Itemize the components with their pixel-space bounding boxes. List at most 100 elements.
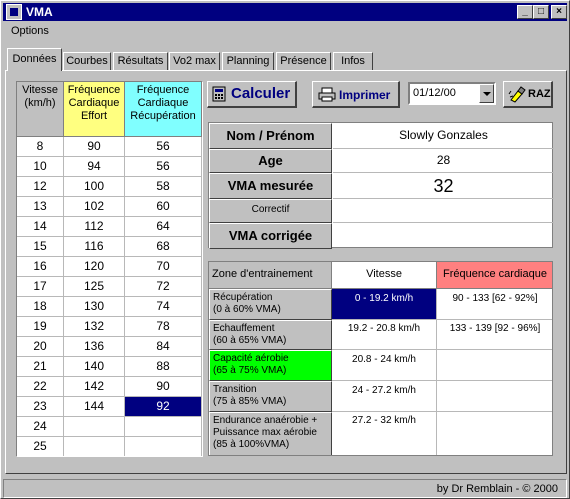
- grid-cell[interactable]: 142: [64, 377, 125, 397]
- correction-label: Correctif: [209, 199, 332, 223]
- grid-cell[interactable]: 24: [17, 417, 64, 437]
- credit-text: by Dr Remblain - © 2000: [436, 483, 558, 495]
- zone-speed-cell[interactable]: 24 - 27.2 km/h: [332, 381, 437, 412]
- date-select[interactable]: 01/12/00: [408, 82, 496, 105]
- grid-cell[interactable]: 112: [64, 217, 125, 237]
- grid-cell[interactable]: 22: [17, 377, 64, 397]
- grid-cell[interactable]: 78: [125, 317, 202, 337]
- grid-cell[interactable]: 100: [64, 177, 125, 197]
- tab-resultats[interactable]: Résultats: [113, 52, 168, 70]
- grid-cell[interactable]: 130: [64, 297, 125, 317]
- calculator-icon: [212, 86, 226, 102]
- zone-hr-cell[interactable]: [437, 350, 552, 381]
- print-label: Imprimer: [339, 88, 391, 102]
- zone-speed-cell[interactable]: 19.2 - 20.8 km/h: [332, 320, 437, 350]
- grid-cell[interactable]: 125: [64, 277, 125, 297]
- date-value: 01/12/00: [413, 87, 456, 99]
- grid-cell[interactable]: 120: [64, 257, 125, 277]
- grid-cell[interactable]: 16: [17, 257, 64, 277]
- grid-cell[interactable]: 17: [17, 277, 64, 297]
- reset-icon: [508, 86, 526, 103]
- name-label: Nom / Prénom: [209, 123, 332, 149]
- grid-cell[interactable]: 116: [64, 237, 125, 257]
- correction-field[interactable]: [333, 199, 554, 223]
- app-icon[interactable]: [6, 4, 22, 20]
- zone-speed-cell[interactable]: 20.8 - 24 km/h: [332, 350, 437, 381]
- zones-header: Zone d'entrainement: [209, 262, 332, 289]
- title-bar[interactable]: VMA _ □ ×: [3, 3, 567, 21]
- grid-cell[interactable]: 132: [64, 317, 125, 337]
- tab-courbes[interactable]: Courbes: [63, 52, 111, 70]
- zone-label: Capacité aérobie (65 à 75% VMA): [209, 350, 332, 381]
- zone-label: Endurance anaérobie + Puissance max aéro…: [209, 412, 332, 455]
- zone-label: Echauffement (60 à 65% VMA): [209, 320, 332, 350]
- calculate-label: Calculer: [231, 85, 291, 102]
- zone-speed-cell[interactable]: 27.2 - 32 km/h: [332, 412, 437, 455]
- tab-vo2max[interactable]: Vo2 max: [169, 52, 220, 70]
- zone-speed-cell[interactable]: 0 - 19.2 km/h: [332, 289, 437, 320]
- grid-cell[interactable]: 68: [125, 237, 202, 257]
- vma-corrected-field[interactable]: [333, 223, 554, 248]
- close-button[interactable]: ×: [551, 5, 567, 19]
- minimize-button[interactable]: _: [517, 5, 533, 19]
- dropdown-arrow-icon[interactable]: [479, 84, 494, 103]
- grid-cell[interactable]: 18: [17, 297, 64, 317]
- grid-cell[interactable]: 102: [64, 197, 125, 217]
- age-field[interactable]: 28: [333, 149, 554, 173]
- zone-hr-cell[interactable]: [437, 381, 552, 412]
- grid-header: Vitesse (km/h): [17, 82, 64, 137]
- zone-label: Récupération (0 à 60% VMA): [209, 289, 332, 320]
- grid-cell[interactable]: 25: [17, 437, 64, 456]
- grid-cell[interactable]: 64: [125, 217, 202, 237]
- zone-hr-cell[interactable]: 133 - 139 [92 - 96%]: [437, 320, 552, 350]
- grid-cell[interactable]: 92: [125, 397, 202, 417]
- grid-cell[interactable]: 23: [17, 397, 64, 417]
- name-field[interactable]: Slowly Gonzales: [333, 123, 554, 149]
- grid-cell[interactable]: [64, 417, 125, 437]
- grid-cell[interactable]: 15: [17, 237, 64, 257]
- reset-button[interactable]: RAZ: [503, 81, 553, 108]
- grid-cell[interactable]: 90: [125, 377, 202, 397]
- tab-presence[interactable]: Présence: [276, 52, 331, 70]
- grid-cell[interactable]: 56: [125, 137, 202, 157]
- calculate-button[interactable]: Calculer: [207, 81, 297, 108]
- menu-options[interactable]: Options: [11, 25, 49, 37]
- grid-cell[interactable]: 21: [17, 357, 64, 377]
- grid-cell[interactable]: 136: [64, 337, 125, 357]
- vma-measured-field[interactable]: 32: [333, 173, 554, 199]
- grid-cell[interactable]: 8: [17, 137, 64, 157]
- grid-cell[interactable]: 12: [17, 177, 64, 197]
- tab-infos[interactable]: Infos: [333, 52, 373, 70]
- grid-cell[interactable]: 74: [125, 297, 202, 317]
- grid-cell[interactable]: 94: [64, 157, 125, 177]
- grid-cell[interactable]: 90: [64, 137, 125, 157]
- grid-cell[interactable]: 20: [17, 337, 64, 357]
- maximize-button[interactable]: □: [533, 5, 549, 19]
- grid-cell[interactable]: [125, 437, 202, 456]
- zone-hr-cell[interactable]: [437, 412, 552, 455]
- grid-cell[interactable]: [64, 437, 125, 456]
- zone-hr-cell[interactable]: 90 - 133 [62 - 92%]: [437, 289, 552, 320]
- grid-header: Fréquence Cardiaque Récupération: [125, 82, 202, 137]
- reset-label: RAZ: [528, 88, 551, 100]
- grid-cell[interactable]: 84: [125, 337, 202, 357]
- grid-cell[interactable]: 70: [125, 257, 202, 277]
- tab-donnees[interactable]: Données: [7, 48, 62, 71]
- grid-cell[interactable]: 58: [125, 177, 202, 197]
- grid-cell[interactable]: 60: [125, 197, 202, 217]
- grid-cell[interactable]: 140: [64, 357, 125, 377]
- grid-cell[interactable]: 19: [17, 317, 64, 337]
- window-title: VMA: [26, 5, 53, 19]
- grid-cell[interactable]: 72: [125, 277, 202, 297]
- grid-cell[interactable]: 13: [17, 197, 64, 217]
- app-window: VMA _ □ × Options Données Courbes Résult…: [0, 0, 570, 499]
- grid-cell[interactable]: [125, 417, 202, 437]
- print-button[interactable]: Imprimer: [312, 81, 400, 108]
- grid-cell[interactable]: 144: [64, 397, 125, 417]
- grid-cell[interactable]: 56: [125, 157, 202, 177]
- grid-cell[interactable]: 14: [17, 217, 64, 237]
- measurements-grid[interactable]: Vitesse (km/h) Fréquence Cardiaque Effort…: [16, 81, 203, 457]
- tab-planning[interactable]: Planning: [222, 52, 274, 70]
- grid-cell[interactable]: 88: [125, 357, 202, 377]
- grid-cell[interactable]: 10: [17, 157, 64, 177]
